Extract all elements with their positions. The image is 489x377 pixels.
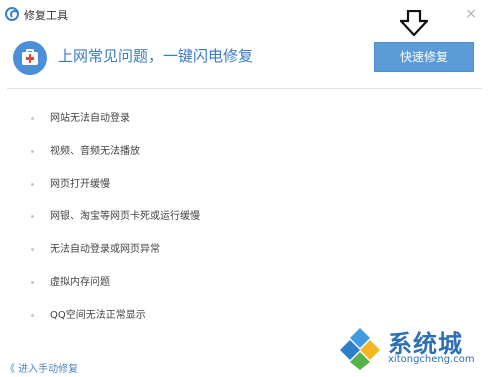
issue-label: 无法自动登录或网页异常 [50,244,160,255]
list-item[interactable]: 网站无法自动登录 [0,111,489,127]
bullet-icon [31,248,34,251]
headline: 上网常见问题，一键闪电修复 [58,47,254,65]
list-item[interactable]: 视频、音频无法播放 [0,144,489,160]
bullet-icon [31,314,34,317]
manual-repair-link[interactable]: 《 进入手动修复 [5,360,78,375]
close-button[interactable]: × [465,6,477,22]
issue-label: 网银、淘宝等网页卡死或运行缓慢 [50,211,200,222]
divider [7,88,482,89]
list-item[interactable]: 虚拟内存问题 [0,275,489,291]
first-aid-kit-icon [13,41,47,75]
watermark-site: xitongcheng.com [388,354,475,365]
issue-list: 网站无法自动登录 视频、音频无法播放 网页打开缓慢 网银、淘宝等网页卡死或运行缓… [0,96,489,336]
bullet-icon [31,150,34,153]
bullet-icon [31,117,34,120]
quick-repair-button[interactable]: 快速修复 [374,42,474,72]
watermark: 系统城 xitongcheng.com [338,322,488,374]
header: 上网常见问题，一键闪电修复 快速修复 [0,30,489,88]
bullet-icon [31,215,34,218]
issue-label: 网页打开缓慢 [50,179,110,190]
list-item[interactable]: 无法自动登录或网页异常 [0,242,489,258]
bullet-icon [31,281,34,284]
issue-label: 视频、音频无法播放 [50,146,140,157]
issue-label: 网站无法自动登录 [50,113,130,124]
watermark-logo-icon [340,328,380,370]
list-item[interactable]: 网页打开缓慢 [0,177,489,193]
issue-label: 虚拟内存问题 [50,277,110,288]
window-title: 修复工具 [24,9,68,22]
issue-label: QQ空间无法正常显示 [50,310,146,321]
list-item[interactable]: 网银、淘宝等网页卡死或运行缓慢 [0,209,489,225]
bullet-icon [31,183,34,186]
app-logo-icon [5,7,19,21]
